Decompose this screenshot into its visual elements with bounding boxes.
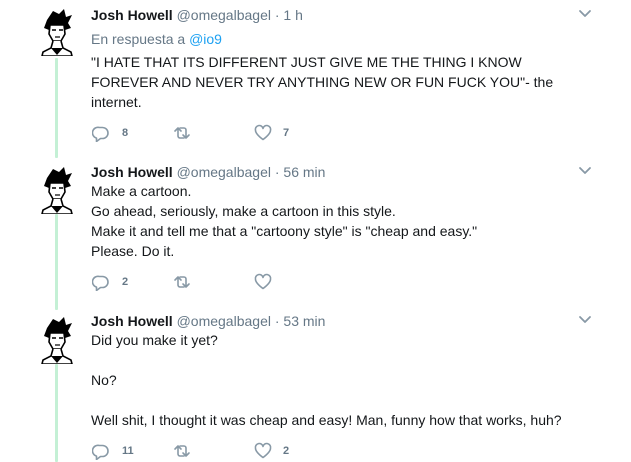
avatar[interactable]: [39, 166, 75, 214]
heart-icon: [254, 124, 272, 141]
reply-mention-link[interactable]: @io9: [189, 31, 222, 47]
chevron-down-icon[interactable]: [578, 166, 592, 176]
tweet-header: Josh Howell @omegalbagel · 56 min: [91, 163, 325, 181]
thread-line: [55, 364, 58, 462]
retweet-button[interactable]: [172, 124, 202, 142]
reply-count: 11: [122, 445, 134, 457]
tweet[interactable]: Josh Howell @omegalbagel · 56 min Make a…: [0, 160, 631, 310]
retweet-icon: [174, 127, 190, 139]
thread-line: [55, 58, 58, 158]
like-count: 2: [283, 445, 290, 457]
tweet-text: Did you make it yet? No? Well shit, I th…: [91, 332, 562, 428]
tweet[interactable]: Josh Howell @omegalbagel · 1 h En respue…: [0, 0, 631, 160]
retweet-icon: [174, 445, 190, 457]
reply-button[interactable]: 2: [92, 273, 128, 291]
retweet-button[interactable]: [172, 273, 202, 291]
separator: ·: [274, 313, 280, 329]
author-name[interactable]: Josh Howell: [91, 7, 173, 23]
reply-icon: [92, 275, 109, 291]
retweet-button[interactable]: [172, 442, 202, 460]
retweet-icon: [174, 276, 190, 288]
tweet-text: Make a cartoon. Go ahead, seriously, mak…: [91, 183, 478, 259]
tweet[interactable]: Josh Howell @omegalbagel · 53 min Did yo…: [0, 310, 631, 462]
reply-count: 8: [122, 127, 129, 139]
tweet-text: "I HATE THAT ITS DIFFERENT JUST GIVE ME …: [91, 54, 558, 110]
author-handle[interactable]: @omegalbagel: [177, 313, 271, 329]
tweet-header: Josh Howell @omegalbagel · 53 min: [91, 312, 325, 330]
reply-button[interactable]: 8: [92, 124, 128, 142]
author-handle[interactable]: @omegalbagel: [177, 164, 271, 180]
reply-button[interactable]: 11: [92, 442, 134, 460]
avatar[interactable]: [39, 8, 75, 56]
chevron-down-icon[interactable]: [578, 315, 592, 325]
reply-icon: [92, 444, 109, 460]
timestamp[interactable]: 53 min: [283, 313, 325, 329]
separator: ·: [274, 164, 280, 180]
author-handle[interactable]: @omegalbagel: [177, 7, 271, 23]
author-name[interactable]: Josh Howell: [91, 164, 173, 180]
author-name[interactable]: Josh Howell: [91, 313, 173, 329]
reply-icon: [92, 126, 109, 142]
heart-icon: [254, 273, 272, 290]
timestamp[interactable]: 1 h: [283, 7, 302, 23]
thread-line: [55, 214, 58, 310]
like-button[interactable]: [253, 273, 283, 291]
reply-count: 2: [122, 276, 129, 288]
chevron-down-icon[interactable]: [578, 9, 592, 19]
avatar[interactable]: [39, 316, 75, 364]
separator: ·: [274, 7, 280, 23]
reply-context: En respuesta a @io9: [91, 30, 222, 48]
like-count: 7: [283, 127, 290, 139]
heart-icon: [254, 442, 272, 459]
timestamp[interactable]: 56 min: [283, 164, 325, 180]
like-button[interactable]: 7: [253, 124, 289, 142]
tweet-header: Josh Howell @omegalbagel · 1 h: [91, 6, 303, 24]
reply-prefix: En respuesta a: [91, 31, 186, 47]
like-button[interactable]: 2: [253, 442, 289, 460]
